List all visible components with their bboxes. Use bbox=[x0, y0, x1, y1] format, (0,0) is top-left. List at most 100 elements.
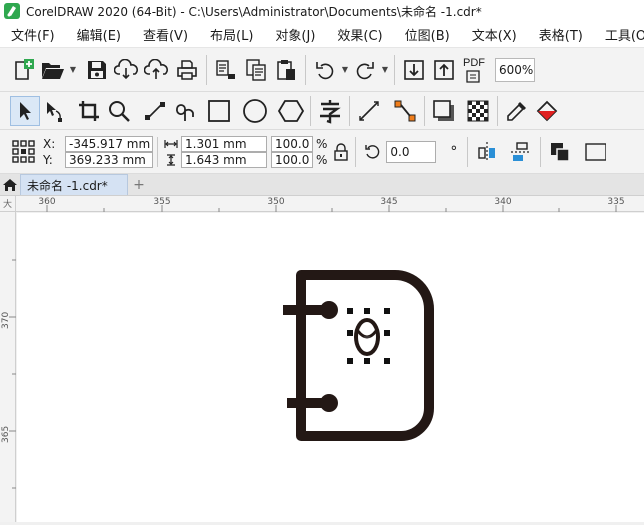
menu-text[interactable]: 文本(X) bbox=[461, 25, 528, 44]
width-arrows-icon bbox=[164, 139, 178, 148]
redo-button[interactable] bbox=[350, 55, 380, 85]
drop-shadow-tool-button[interactable] bbox=[429, 96, 459, 126]
save-button[interactable] bbox=[82, 55, 112, 85]
eyedropper-tool-button[interactable] bbox=[502, 96, 532, 126]
menu-edit[interactable]: 编辑(E) bbox=[66, 25, 132, 44]
handle-bottom-left[interactable] bbox=[347, 358, 353, 364]
interactive-fill-tool-button[interactable] bbox=[532, 96, 562, 126]
ellipse-icon bbox=[243, 98, 267, 123]
handle-top[interactable] bbox=[364, 308, 370, 314]
menu-object[interactable]: 对象(J) bbox=[264, 25, 326, 44]
handle-right[interactable] bbox=[384, 330, 390, 336]
scale-width-field[interactable]: 100.0 bbox=[271, 135, 313, 152]
diagonal-line-icon bbox=[359, 100, 379, 121]
freehand-tool-button[interactable] bbox=[140, 96, 170, 126]
arrange-order-button[interactable] bbox=[545, 137, 575, 167]
rectangle-tool-button[interactable] bbox=[204, 96, 234, 126]
cloud-download-button[interactable] bbox=[112, 55, 142, 85]
home-tab[interactable] bbox=[0, 174, 20, 195]
new-document-tab-button[interactable]: + bbox=[128, 174, 150, 195]
menu-file[interactable]: 文件(F) bbox=[0, 25, 66, 44]
mirror-horizontal-button[interactable] bbox=[472, 137, 502, 167]
x-position-field[interactable]: -345.917 mm bbox=[65, 135, 153, 152]
paste-button[interactable] bbox=[271, 55, 301, 85]
polygon-tool-button[interactable] bbox=[276, 96, 306, 126]
rotation-angle-field[interactable]: 0.0 bbox=[386, 140, 437, 163]
window-title: CorelDRAW 2020 (64-Bit) - C:\Users\Admin… bbox=[26, 4, 482, 19]
handle-top-left[interactable] bbox=[347, 308, 353, 314]
scale-height-field[interactable]: 100.0 bbox=[271, 151, 313, 168]
ruler-origin-corner[interactable]: 大 bbox=[0, 196, 16, 212]
menu-tools[interactable]: 工具(O) bbox=[594, 25, 644, 44]
pick-tool-button[interactable] bbox=[10, 95, 40, 126]
cloud-upload-icon bbox=[144, 58, 168, 79]
cut-button[interactable] bbox=[211, 55, 241, 85]
object-origin-icon bbox=[12, 139, 35, 163]
notebook-drawing[interactable] bbox=[283, 270, 434, 441]
handle-bottom-right[interactable] bbox=[384, 358, 390, 364]
ellipse-tool-button[interactable] bbox=[240, 96, 270, 126]
lock-ratio-button[interactable] bbox=[331, 137, 351, 167]
connector-tool-button[interactable] bbox=[390, 96, 420, 126]
shape-tool-button[interactable] bbox=[40, 96, 70, 126]
print-button[interactable] bbox=[172, 55, 202, 85]
save-disk-icon bbox=[88, 60, 106, 79]
text-tool-button[interactable] bbox=[315, 96, 345, 126]
open-dropdown-caret[interactable]: ▼ bbox=[68, 65, 78, 74]
scale-width-percent: % bbox=[316, 136, 328, 151]
copy-button[interactable] bbox=[241, 55, 271, 85]
vertical-ruler-ticks bbox=[9, 259, 16, 489]
rotation-icon bbox=[365, 144, 380, 159]
new-document-icon bbox=[15, 58, 34, 80]
ruler-tick-label: 370 bbox=[1, 311, 11, 329]
cloud-download-icon bbox=[114, 58, 138, 79]
menu-bitmaps[interactable]: 位图(B) bbox=[394, 25, 461, 44]
toolbar-separator bbox=[394, 54, 395, 85]
crop-tool-button[interactable] bbox=[74, 96, 104, 126]
handle-top-right[interactable] bbox=[384, 308, 390, 314]
selected-object[interactable] bbox=[354, 318, 380, 356]
vertical-ruler[interactable]: 370 365 bbox=[0, 196, 16, 522]
cloud-upload-button[interactable] bbox=[142, 55, 172, 85]
cut-document-icon bbox=[216, 59, 235, 79]
zoom-level-field[interactable]: 600% bbox=[495, 57, 535, 82]
menu-layout[interactable]: 布局(L) bbox=[199, 25, 264, 44]
object-height-field[interactable]: 1.643 mm bbox=[181, 151, 267, 168]
zoom-tool-button[interactable] bbox=[104, 96, 134, 126]
new-document-button[interactable] bbox=[8, 55, 38, 85]
lock-icon bbox=[334, 142, 349, 161]
x-position-label: X: bbox=[43, 136, 56, 151]
object-width-field[interactable]: 1.301 mm bbox=[181, 135, 267, 152]
connector-icon bbox=[394, 100, 416, 121]
publish-pdf-button[interactable]: PDF bbox=[459, 55, 491, 85]
ruler-tick-label: 365 bbox=[1, 425, 11, 443]
export-button[interactable] bbox=[429, 55, 459, 85]
import-button[interactable] bbox=[399, 55, 429, 85]
document-tab[interactable]: 未命名 -1.cdr* bbox=[20, 174, 128, 195]
dimension-tool-button[interactable] bbox=[354, 96, 384, 126]
undo-icon bbox=[316, 61, 334, 79]
handle-bottom[interactable] bbox=[364, 358, 370, 364]
hexagon-icon bbox=[278, 99, 304, 122]
undo-dropdown-caret[interactable]: ▼ bbox=[340, 65, 350, 74]
outline-width-button[interactable] bbox=[579, 137, 609, 167]
toolbar-separator bbox=[349, 95, 350, 126]
handle-left[interactable] bbox=[347, 330, 353, 336]
open-button[interactable] bbox=[38, 55, 68, 85]
toolbar-separator bbox=[540, 136, 542, 167]
toolbar-separator bbox=[467, 136, 469, 167]
ruler-tick-label: 350 bbox=[267, 197, 285, 207]
redo-dropdown-caret[interactable]: ▼ bbox=[380, 65, 390, 74]
menu-view[interactable]: 查看(V) bbox=[132, 25, 199, 44]
mirror-vertical-button[interactable] bbox=[506, 137, 536, 167]
scale-height-percent: % bbox=[316, 152, 328, 167]
transparency-tool-button[interactable] bbox=[463, 96, 493, 126]
drawing-canvas[interactable] bbox=[17, 213, 644, 522]
menu-effects[interactable]: 效果(C) bbox=[326, 25, 393, 44]
horizontal-ruler[interactable]: 360 355 350 345 340 335 bbox=[16, 196, 644, 212]
document-tab-bar: 未命名 -1.cdr* + bbox=[0, 174, 644, 196]
artistic-media-tool-button[interactable] bbox=[170, 96, 200, 126]
undo-button[interactable] bbox=[310, 55, 340, 85]
menu-table[interactable]: 表格(T) bbox=[528, 25, 594, 44]
y-position-field[interactable]: 369.233 mm bbox=[65, 151, 153, 168]
